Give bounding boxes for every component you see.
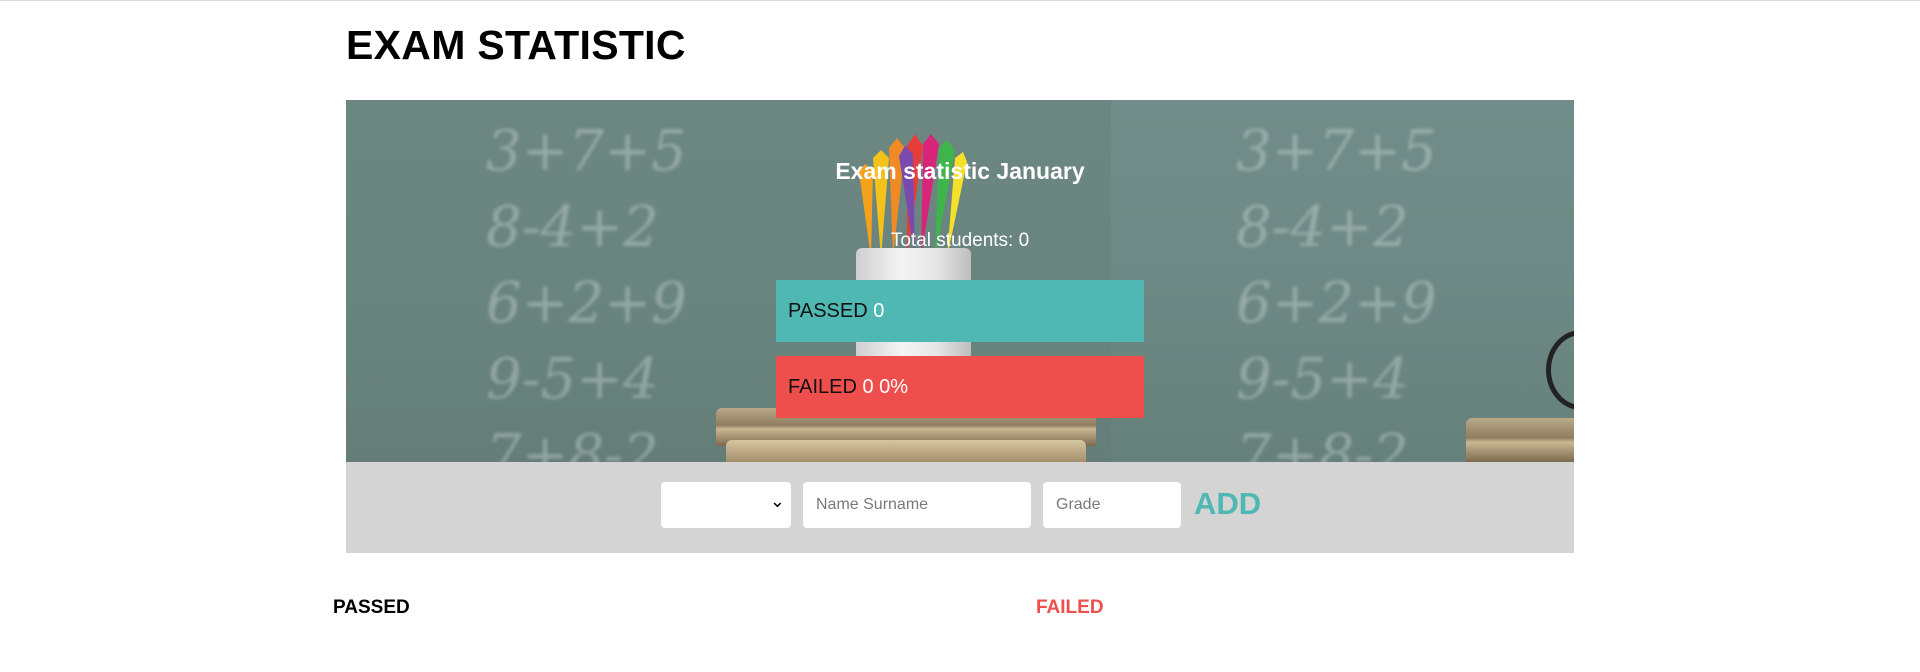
statistics-title: Exam statistic January bbox=[835, 158, 1085, 184]
statistics-hero: 3+7+5 8-4+2 6+2+9 9-5+4 7+8-2 3+7+5 8-4+… bbox=[346, 100, 1574, 462]
failed-summary-label: FAILED bbox=[788, 376, 857, 398]
add-student-form: ⌄ Name Surname Grade ADD bbox=[346, 462, 1574, 553]
top-divider bbox=[0, 0, 1920, 1]
month-select[interactable]: ⌄ bbox=[661, 482, 791, 528]
books-decoration bbox=[726, 440, 1086, 462]
failed-summary: FAILED 0 0% bbox=[776, 356, 1144, 418]
passed-list-heading: PASSED bbox=[333, 597, 410, 618]
passed-summary-label: PASSED bbox=[788, 300, 868, 322]
page-title: EXAM STATISTIC bbox=[346, 22, 686, 68]
total-students: Total students: 0 bbox=[890, 230, 1030, 251]
chevron-down-icon: ⌄ bbox=[769, 491, 785, 512]
grade-input[interactable]: Grade bbox=[1043, 482, 1181, 528]
passed-summary: PASSED 0 bbox=[776, 280, 1144, 342]
books-decoration bbox=[1466, 418, 1574, 462]
failed-percent: 0% bbox=[879, 376, 909, 398]
name-input[interactable]: Name Surname bbox=[803, 482, 1031, 528]
add-button[interactable]: ADD bbox=[1194, 484, 1261, 524]
passed-count: 0 bbox=[873, 300, 885, 322]
failed-list-heading: FAILED bbox=[1036, 597, 1104, 618]
failed-count: 0 bbox=[862, 376, 874, 398]
